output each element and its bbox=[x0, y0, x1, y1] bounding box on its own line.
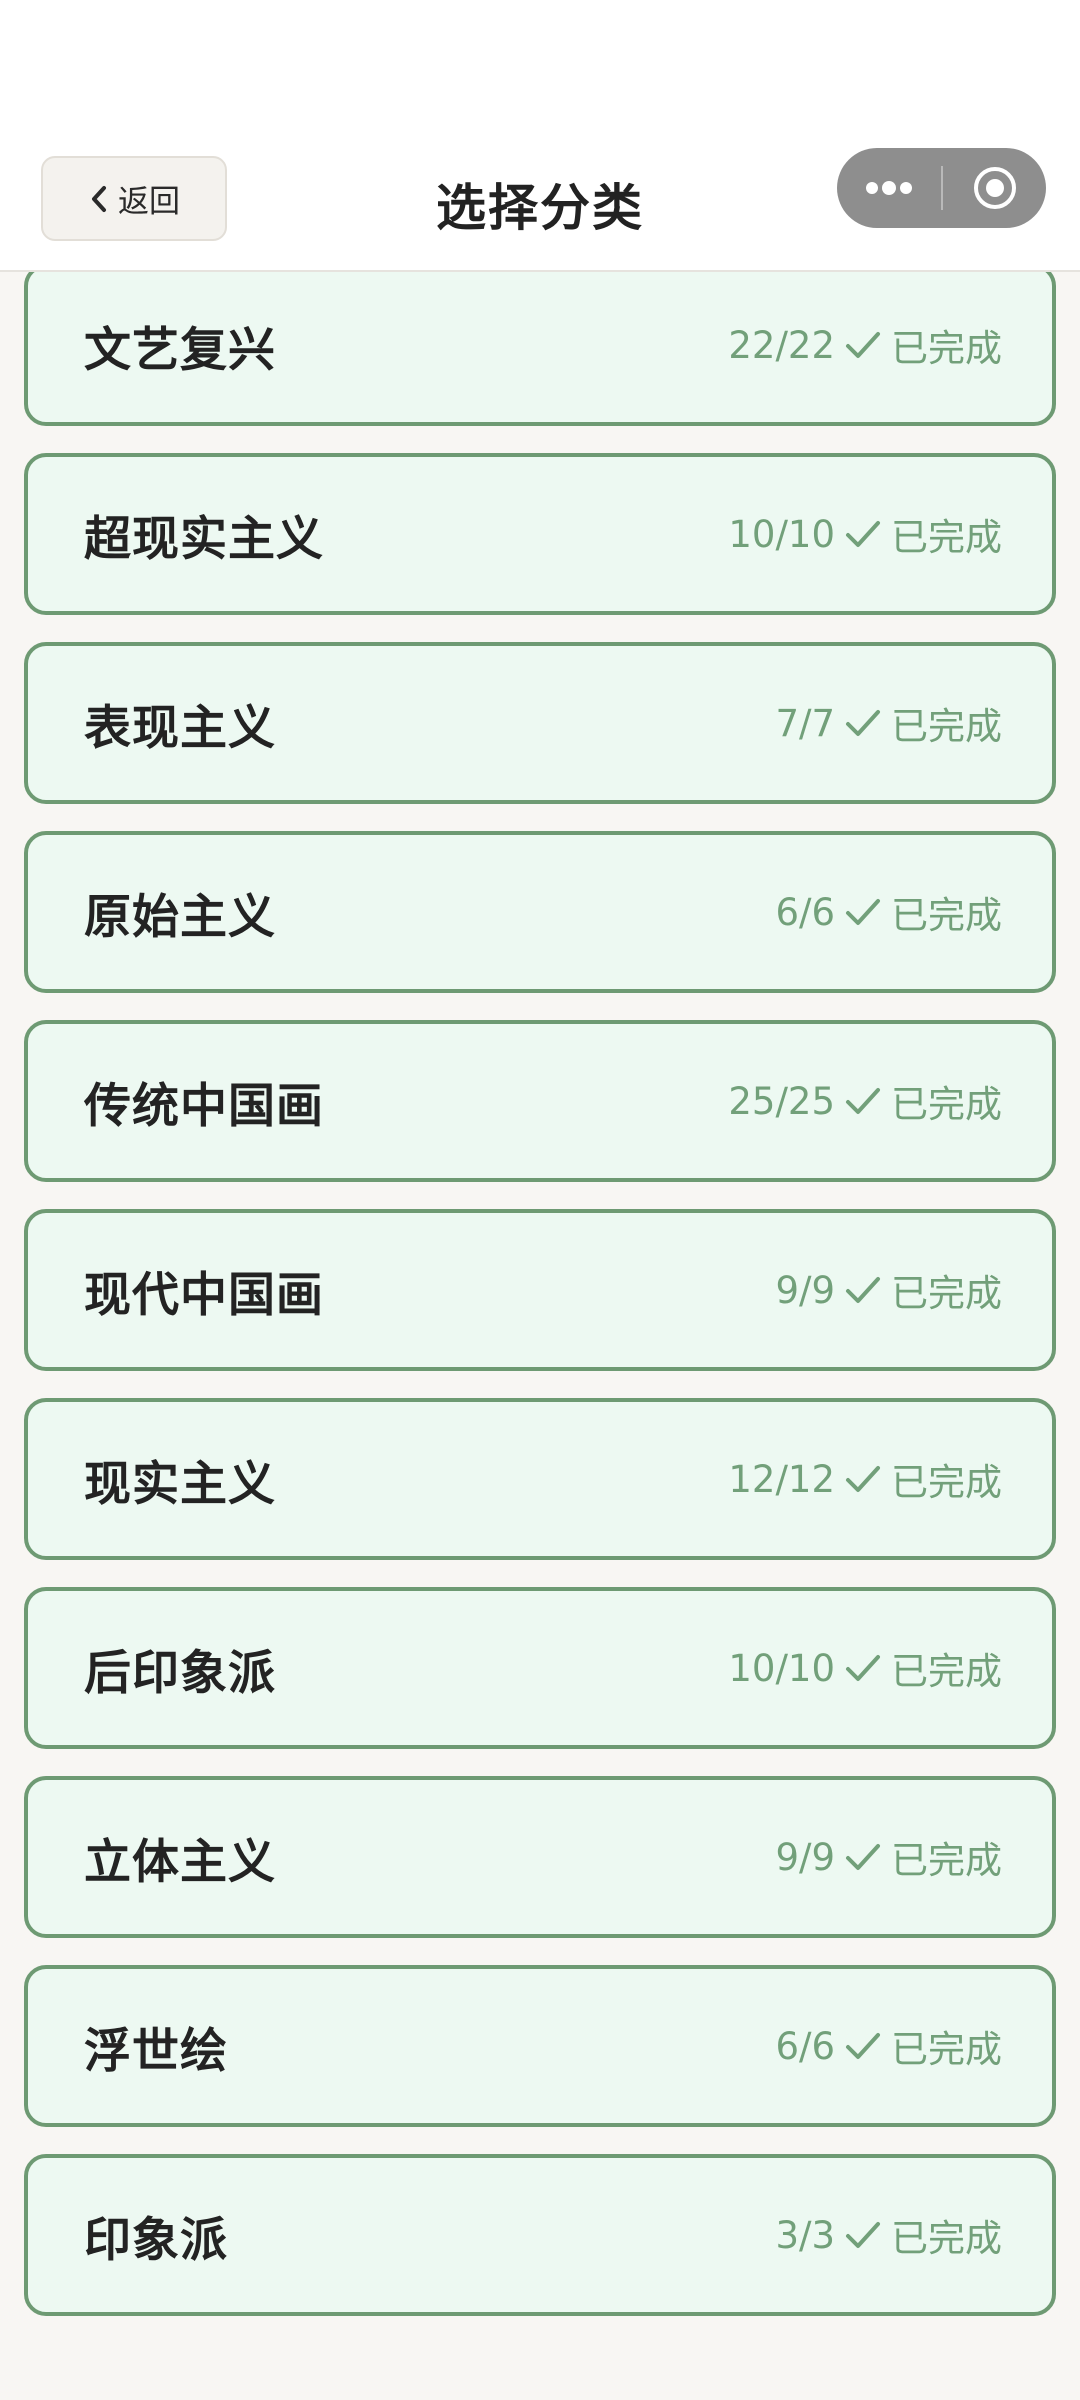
status-bar bbox=[0, 0, 1080, 140]
checkmark-icon bbox=[846, 1844, 880, 1870]
category-card[interactable]: 超现实主义 10/10 已完成 bbox=[24, 453, 1056, 615]
category-name: 文艺复兴 bbox=[84, 322, 276, 378]
category-status: 25/25 已完成 bbox=[728, 1024, 1002, 1178]
completed-label: 已完成 bbox=[891, 1461, 1002, 1504]
completed-label: 已完成 bbox=[891, 1650, 1002, 1693]
category-name: 原始主义 bbox=[84, 889, 276, 945]
completed-label: 已完成 bbox=[891, 1839, 1002, 1882]
completed-label: 已完成 bbox=[891, 1083, 1002, 1126]
checkmark-icon bbox=[846, 332, 880, 358]
category-status: 9/9 已完成 bbox=[775, 1213, 1002, 1367]
category-name: 立体主义 bbox=[84, 1834, 276, 1890]
category-name: 后印象派 bbox=[84, 1645, 276, 1701]
category-status: 9/9 已完成 bbox=[775, 1780, 1002, 1934]
checkmark-icon bbox=[846, 710, 880, 736]
more-dots-icon bbox=[866, 181, 912, 195]
category-status: 22/22 已完成 bbox=[728, 272, 1002, 422]
completed-label: 已完成 bbox=[891, 705, 1002, 748]
completed-label: 已完成 bbox=[891, 327, 1002, 370]
category-card[interactable]: 传统中国画 25/25 已完成 bbox=[24, 1020, 1056, 1182]
progress-count: 3/3 bbox=[775, 2213, 835, 2257]
category-card[interactable]: 文艺复兴 22/22 已完成 bbox=[24, 272, 1056, 426]
progress-count: 6/6 bbox=[775, 890, 835, 934]
navigation-bar: 返回 选择分类 bbox=[0, 140, 1080, 272]
completed-label: 已完成 bbox=[891, 2028, 1002, 2071]
checkmark-icon bbox=[846, 1466, 880, 1492]
category-status: 7/7 已完成 bbox=[775, 646, 1002, 800]
category-list[interactable]: 文艺复兴 22/22 已完成 超现实主义 10/10 已完成 表现主义 7/7 已完成 原始主义 6… bbox=[0, 272, 1080, 2400]
category-card[interactable]: 表现主义 7/7 已完成 bbox=[24, 642, 1056, 804]
category-status: 6/6 已完成 bbox=[775, 1969, 1002, 2123]
checkmark-icon bbox=[846, 1277, 880, 1303]
target-circle-icon bbox=[973, 167, 1016, 209]
completed-label: 已完成 bbox=[891, 894, 1002, 937]
category-status: 6/6 已完成 bbox=[775, 835, 1002, 989]
close-mini-program-button[interactable] bbox=[943, 148, 1046, 228]
completed-label: 已完成 bbox=[891, 2217, 1002, 2260]
category-name: 表现主义 bbox=[84, 700, 276, 756]
progress-count: 10/10 bbox=[728, 1646, 835, 1690]
completed-label: 已完成 bbox=[891, 516, 1002, 559]
checkmark-icon bbox=[846, 521, 880, 547]
category-status: 12/12 已完成 bbox=[728, 1402, 1002, 1556]
category-card[interactable]: 现实主义 12/12 已完成 bbox=[24, 1398, 1056, 1560]
category-card[interactable]: 现代中国画 9/9 已完成 bbox=[24, 1209, 1056, 1371]
category-card[interactable]: 立体主义 9/9 已完成 bbox=[24, 1776, 1056, 1938]
progress-count: 9/9 bbox=[775, 1835, 835, 1879]
progress-count: 22/22 bbox=[728, 323, 835, 367]
category-card[interactable]: 后印象派 10/10 已完成 bbox=[24, 1587, 1056, 1749]
checkmark-icon bbox=[846, 899, 880, 925]
checkmark-icon bbox=[846, 2033, 880, 2059]
category-name: 浮世绘 bbox=[84, 2023, 228, 2079]
category-card[interactable]: 原始主义 6/6 已完成 bbox=[24, 831, 1056, 993]
category-status: 10/10 已完成 bbox=[728, 1591, 1002, 1745]
category-name: 传统中国画 bbox=[84, 1078, 324, 1134]
checkmark-icon bbox=[846, 1088, 880, 1114]
checkmark-icon bbox=[846, 2222, 880, 2248]
completed-label: 已完成 bbox=[891, 1272, 1002, 1315]
progress-count: 25/25 bbox=[728, 1079, 835, 1123]
category-status: 3/3 已完成 bbox=[775, 2158, 1002, 2312]
checkmark-icon bbox=[846, 1655, 880, 1681]
category-name: 印象派 bbox=[84, 2212, 228, 2268]
category-card[interactable]: 印象派 3/3 已完成 bbox=[24, 2154, 1056, 2316]
category-name: 超现实主义 bbox=[84, 511, 324, 567]
progress-count: 7/7 bbox=[775, 701, 835, 745]
category-card[interactable]: 浮世绘 6/6 已完成 bbox=[24, 1965, 1056, 2127]
category-name: 现实主义 bbox=[84, 1456, 276, 1512]
progress-count: 12/12 bbox=[728, 1457, 835, 1501]
more-button[interactable] bbox=[837, 148, 941, 228]
progress-count: 9/9 bbox=[775, 1268, 835, 1312]
category-status: 10/10 已完成 bbox=[728, 457, 1002, 611]
mini-program-capsule bbox=[837, 148, 1046, 228]
progress-count: 6/6 bbox=[775, 2024, 835, 2068]
progress-count: 10/10 bbox=[728, 512, 835, 556]
category-name: 现代中国画 bbox=[84, 1267, 324, 1323]
